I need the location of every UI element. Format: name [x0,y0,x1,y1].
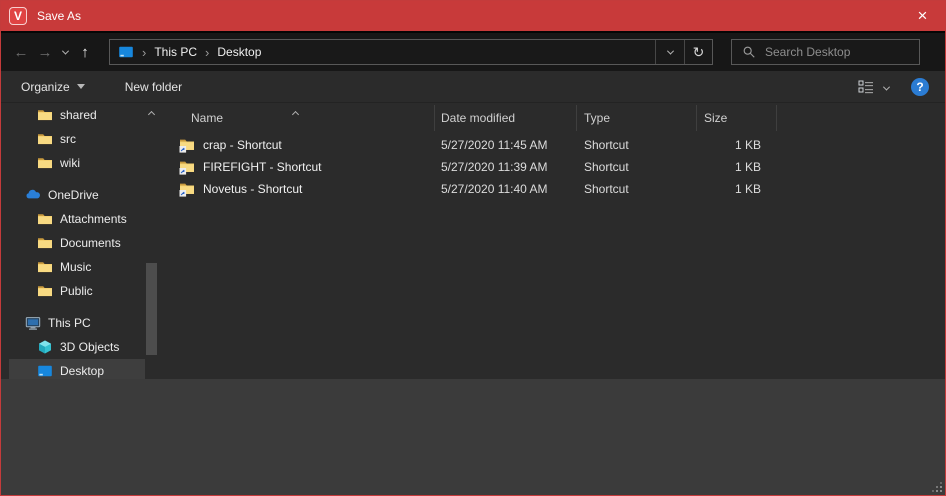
sidebar-item-3d-objects[interactable]: 3D Objects [9,335,145,359]
address-bar-controls: ↻ [655,40,712,64]
search-input[interactable] [765,45,905,59]
folder-icon [37,107,53,123]
breadcrumb-this-pc[interactable]: This PC [154,45,197,59]
window-title: Save As [37,9,81,23]
this-pc-icon [25,315,41,331]
view-options-chevron[interactable] [884,80,889,94]
forward-icon[interactable]: → [33,39,57,65]
sidebar-item-this-pc[interactable]: This PC [9,311,145,335]
scroll-up-icon[interactable] [145,107,158,121]
breadcrumb-separator: › [142,45,146,60]
desktop-icon [37,363,53,379]
vivaldi-logo-icon: V [9,7,27,25]
toolbar: Organize New folder ? [1,71,945,103]
column-header-name[interactable]: Name [191,103,223,133]
bottom-panel: File name: Save as type: PNG Image (*.pn… [1,379,945,495]
sidebar-item-src[interactable]: src [9,127,145,151]
back-icon[interactable]: ← [9,39,33,65]
new-folder-label: New folder [125,80,182,94]
file-row[interactable]: Novetus - Shortcut 5/27/2020 11:40 AM Sh… [161,178,941,200]
help-icon[interactable]: ? [911,78,929,96]
column-divider[interactable] [576,105,577,131]
sidebar-item-documents[interactable]: Documents [9,231,145,255]
chevron-down-icon [883,83,890,90]
shortcut-folder-icon [179,181,195,197]
column-header-type[interactable]: Type [584,103,610,133]
search-box[interactable] [731,39,920,65]
resize-grip[interactable] [930,480,942,492]
sort-ascending-icon [293,106,298,120]
folder-icon [37,155,53,171]
folder-icon [37,259,53,275]
organize-button[interactable]: Organize [21,80,85,94]
folder-icon [37,235,53,251]
organize-label: Organize [21,80,70,94]
column-divider[interactable] [434,105,435,131]
refresh-icon[interactable]: ↻ [684,40,712,64]
column-header-date-modified[interactable]: Date modified [441,103,515,133]
address-dropdown-button[interactable] [655,40,684,64]
navigation-bar: ← → ↑ › This PC › Desktop ↻ [1,31,945,71]
sidebar-tree: shared src wiki OneDrive Attachments Doc… [9,103,145,379]
breadcrumb-desktop[interactable]: Desktop [217,45,261,59]
scrollbar-thumb[interactable] [146,263,157,355]
desktop-location-icon [118,44,134,60]
folder-icon [37,131,53,147]
up-icon[interactable]: ↑ [73,39,97,65]
folder-icon [37,283,53,299]
sidebar-item-attachments[interactable]: Attachments [9,207,145,231]
recent-locations-chevron-icon[interactable] [57,39,73,65]
sidebar-item-shared[interactable]: shared [9,103,145,127]
sidebar-item-public[interactable]: Public [9,279,145,303]
sidebar-scrollbar[interactable] [145,103,158,379]
breadcrumb-separator: › [205,45,209,60]
toolbar-right-group: ? [858,78,929,96]
column-divider[interactable] [776,105,777,131]
file-row[interactable]: crap - Shortcut 5/27/2020 11:45 AM Short… [161,134,941,156]
details-view-icon[interactable] [858,80,874,94]
save-as-dialog: V Save As × ← → ↑ › This PC › Desktop ↻ [0,0,946,496]
3d-objects-icon [37,339,53,355]
file-row[interactable]: FIREFIGHT - Shortcut 5/27/2020 11:39 AM … [161,156,941,178]
onedrive-icon [25,187,41,203]
sidebar-item-wiki[interactable]: wiki [9,151,145,175]
search-icon [742,45,756,59]
triangle-down-icon [77,84,85,89]
sidebar-item-music[interactable]: Music [9,255,145,279]
sidebar-item-desktop[interactable]: Desktop [9,359,145,379]
sidebar-item-onedrive[interactable]: OneDrive [9,183,145,207]
column-divider[interactable] [696,105,697,131]
chevron-down-icon [666,47,673,54]
titlebar: V Save As × [1,1,945,31]
chevron-up-icon [148,110,155,117]
chevron-down-icon [61,47,68,54]
close-icon[interactable]: × [900,1,945,31]
column-header-size[interactable]: Size [704,103,727,133]
column-headers: Name Date modified Type Size [161,103,941,133]
file-list: crap - Shortcut 5/27/2020 11:45 AM Short… [161,134,941,200]
shortcut-folder-icon [179,137,195,153]
new-folder-button[interactable]: New folder [125,80,182,94]
folder-icon [37,211,53,227]
shortcut-folder-icon [179,159,195,175]
address-bar[interactable]: › This PC › Desktop ↻ [109,39,713,65]
